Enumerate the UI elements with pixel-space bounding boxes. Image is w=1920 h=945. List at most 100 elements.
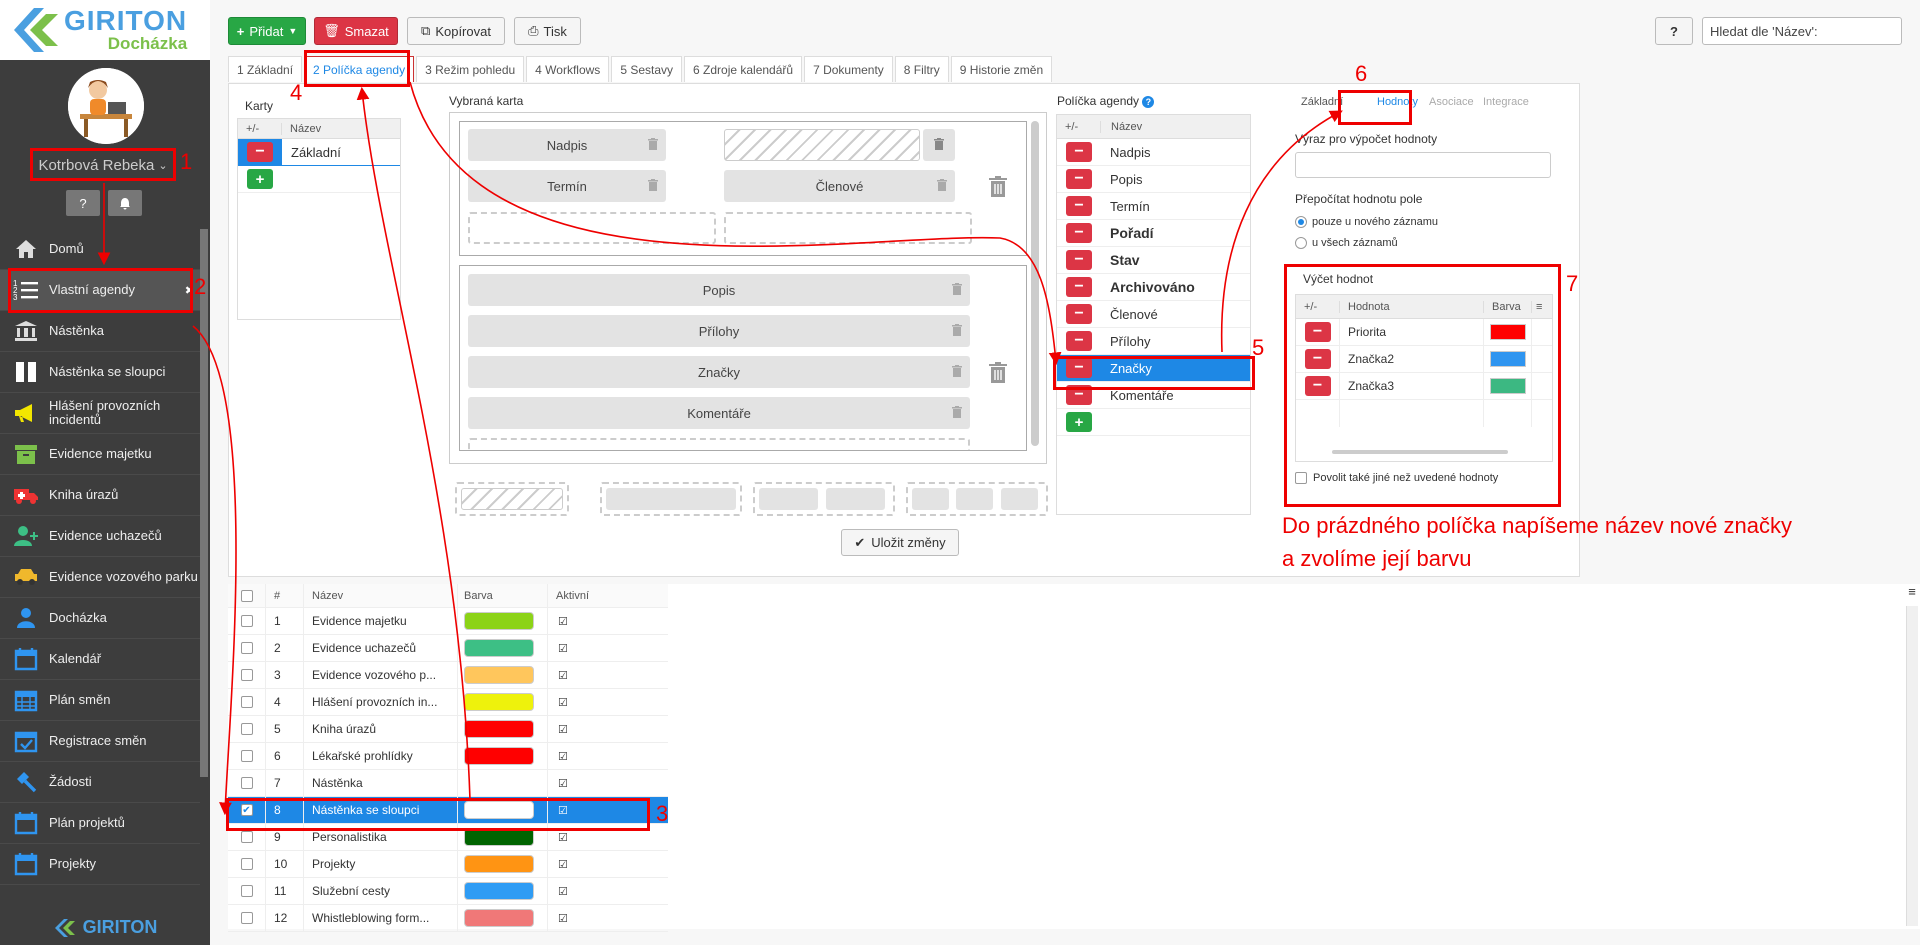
trash-icon[interactable] [952, 324, 962, 337]
remove-field-button[interactable]: − [1066, 277, 1092, 297]
enum-color-picker[interactable] [1484, 373, 1532, 399]
enum-row[interactable]: − Priorita [1296, 319, 1552, 346]
avatar[interactable] [68, 68, 144, 144]
field-row[interactable]: − Komentáře [1057, 382, 1250, 409]
enum-color-picker[interactable] [1484, 346, 1532, 372]
remove-field-button[interactable]: − [1066, 250, 1092, 270]
row-active[interactable]: ☑ [548, 635, 668, 661]
field-row[interactable]: − Přílohy [1057, 328, 1250, 355]
props-tab-2[interactable]: Hodnoty [1377, 96, 1418, 108]
table-row[interactable]: 7 Nástěnka ☑ [228, 770, 668, 797]
help-button[interactable]: ? [66, 190, 100, 216]
table-row[interactable]: 10 Projekty ☑ [228, 851, 668, 878]
remove-field-button[interactable]: − [1066, 142, 1092, 162]
sidebar-item-13[interactable]: Registrace směn [0, 721, 200, 762]
field-komentare[interactable]: Komentáře [468, 397, 970, 429]
sidebar-item-16[interactable]: Projekty [0, 844, 200, 885]
select-all-checkbox[interactable] [240, 589, 253, 602]
print-button[interactable]: ⎙ Tisk [514, 17, 581, 45]
table-scrollbar[interactable] [1906, 606, 1918, 926]
row-active[interactable]: ☑ [548, 662, 668, 688]
layout-template-2col[interactable] [753, 482, 895, 516]
close-icon[interactable]: ✖ [185, 284, 194, 297]
enum-color-picker[interactable] [1484, 319, 1532, 345]
add-field-button[interactable]: + [1066, 412, 1092, 432]
sidebar-item-1[interactable]: Domů [0, 229, 200, 270]
row-active[interactable]: ☑ [548, 716, 668, 742]
table-row[interactable]: 9 Personalistika ☑ [228, 824, 668, 851]
field-prilohy[interactable]: Přílohy [468, 315, 970, 347]
layout-template-3col[interactable] [906, 482, 1048, 516]
sidebar-item-6[interactable]: Evidence majetku [0, 434, 200, 475]
table-row[interactable]: 4 Hlášení provozních in... ☑ [228, 689, 668, 716]
add-button[interactable]: + Přidat ▼ [228, 17, 306, 45]
field-row[interactable]: − Termín [1057, 193, 1250, 220]
sidebar-item-14[interactable]: Žádosti [0, 762, 200, 803]
logo[interactable]: GIRITON Docházka [0, 0, 210, 60]
expr-input[interactable] [1295, 152, 1551, 178]
row-active[interactable]: ☑ [548, 689, 668, 715]
field-popis[interactable]: Popis [468, 274, 970, 306]
row-active[interactable]: ☑ [548, 905, 668, 931]
delete-button[interactable]: 🗑 Smazat [314, 17, 398, 45]
table-row[interactable]: ✔ 8 Nástěnka se sloupci ☑ [228, 797, 668, 824]
enum-value[interactable]: Značka2 [1340, 346, 1484, 372]
field-termin[interactable]: Termín [468, 170, 666, 202]
table-row[interactable]: 5 Kniha úrazů ☑ [228, 716, 668, 743]
card-name[interactable]: Základní [282, 145, 400, 160]
tab-9[interactable]: 9 Historie změn [950, 56, 1053, 82]
row-active[interactable]: ☑ [548, 878, 668, 904]
row-checkbox[interactable] [240, 912, 253, 924]
row-checkbox[interactable] [240, 669, 253, 681]
sidebar-item-2[interactable]: 1 2 3 Vlastní agendy ✖ [0, 270, 200, 311]
trash-icon[interactable] [937, 179, 947, 192]
help-circle-icon[interactable]: ? [1142, 96, 1155, 108]
sidebar-item-11[interactable]: Kalendář [0, 639, 200, 680]
row-checkbox[interactable] [240, 777, 253, 789]
row-active[interactable]: ☑ [548, 797, 668, 823]
row-checkbox[interactable] [240, 642, 253, 654]
remove-value-button[interactable]: − [1304, 376, 1331, 396]
tab-5[interactable]: 5 Sestavy [611, 56, 683, 82]
search-input[interactable]: Hledat dle 'Název': [1702, 17, 1902, 45]
field-nadpis[interactable]: Nadpis [468, 129, 666, 161]
add-card-button[interactable]: + [247, 169, 273, 189]
tab-1[interactable]: 1 Základní [228, 56, 303, 82]
table-row[interactable]: 3 Evidence vozového p... ☑ [228, 662, 668, 689]
sidebar-item-10[interactable]: Docházka [0, 598, 200, 639]
tab-7[interactable]: 7 Dokumenty [804, 56, 893, 82]
notifications-button[interactable] [108, 190, 142, 216]
remove-field-button[interactable]: − [1066, 223, 1092, 243]
col-color[interactable]: Barva [458, 584, 548, 607]
drop-slot[interactable] [468, 438, 970, 450]
sidebar-item-4[interactable]: Nástěnka se sloupci [0, 352, 200, 393]
field-row[interactable]: − Členové [1057, 301, 1250, 328]
delete-group-trash-icon[interactable] [989, 362, 1007, 384]
table-menu-icon[interactable]: ≡ [1904, 584, 1920, 604]
field-row[interactable]: − Archivováno [1057, 274, 1250, 301]
save-changes-button[interactable]: ✔ Uložit změny [841, 529, 959, 556]
enum-row[interactable]: − Značka3 [1296, 373, 1552, 400]
table-row[interactable]: 1 Evidence majetku ☑ [228, 608, 668, 635]
remove-field-button[interactable]: − [1066, 304, 1092, 324]
field-row[interactable]: − Popis [1057, 166, 1250, 193]
table-row[interactable]: 11 Služební cesty ☑ [228, 878, 668, 905]
trash-icon[interactable] [648, 138, 658, 151]
page-help-button[interactable]: ? [1655, 17, 1693, 45]
card-row[interactable]: − Základní [238, 139, 400, 166]
table-row[interactable]: 2 Evidence uchazečů ☑ [228, 635, 668, 662]
sidebar-scrollbar[interactable] [200, 229, 208, 777]
row-checkbox[interactable] [240, 615, 253, 627]
copy-button[interactable]: ⧉ Kopírovat [407, 17, 505, 45]
row-active[interactable]: ☑ [548, 851, 668, 877]
field-row[interactable]: − Pořadí [1057, 220, 1250, 247]
radio-new-only[interactable]: pouze u nového záznamu [1295, 216, 1438, 228]
enum-row[interactable]: − Značka2 [1296, 346, 1552, 373]
drop-slot[interactable] [724, 212, 972, 244]
row-checkbox[interactable] [240, 858, 253, 870]
remove-field-button[interactable]: − [1066, 196, 1092, 216]
slot-trash-button[interactable] [923, 129, 955, 161]
table-row[interactable]: 12 Whistleblowing form... ☑ [228, 905, 668, 932]
remove-field-button[interactable]: − [1066, 169, 1092, 189]
tab-2[interactable]: 2 Políčka agendy [304, 56, 415, 82]
